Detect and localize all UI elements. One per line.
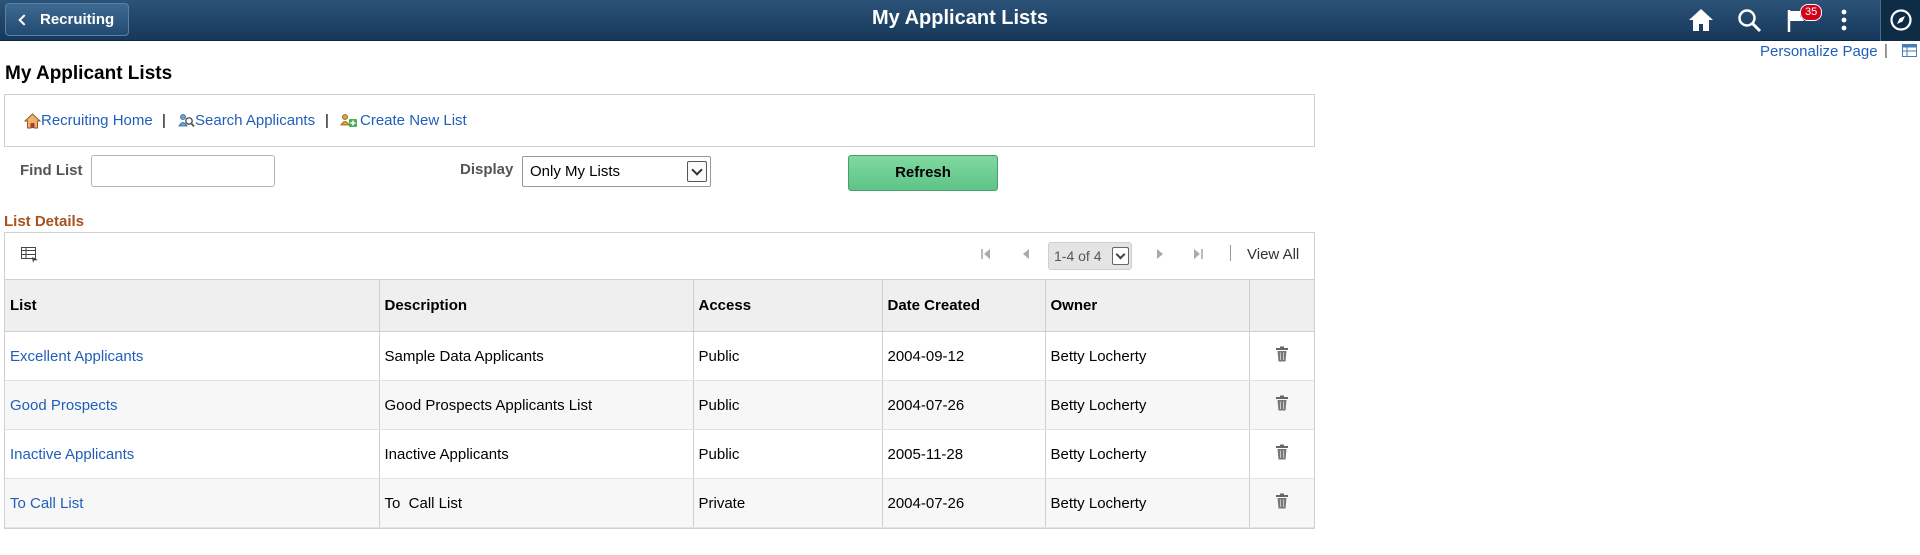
navbar-button[interactable] xyxy=(1880,0,1920,41)
list-date-created: 2005-11-28 xyxy=(882,429,1046,479)
display-select[interactable]: Only My Lists xyxy=(522,156,711,187)
list-name-link[interactable]: Good Prospects xyxy=(10,397,118,414)
chevron-left-icon xyxy=(18,13,30,26)
list-access: Private xyxy=(693,478,883,528)
refresh-button[interactable]: Refresh xyxy=(848,155,998,191)
pager-range-select[interactable]: 1-4 of 4 xyxy=(1048,242,1132,270)
banner-title: My Applicant Lists xyxy=(872,7,1048,29)
column-header-owner[interactable]: Owner xyxy=(1045,279,1250,332)
search-applicants-label: Search Applicants xyxy=(195,112,316,129)
trash-icon[interactable] xyxy=(1275,493,1289,509)
list-name-link[interactable]: Inactive Applicants xyxy=(10,446,134,463)
list-owner: Betty Locherty xyxy=(1045,429,1250,479)
list-access: Public xyxy=(693,380,883,430)
list-date-created: 2004-09-12 xyxy=(882,331,1046,381)
applicant-lists-table: List Description Access Date Created Own… xyxy=(5,279,1314,528)
column-header-delete xyxy=(1249,279,1314,332)
list-description: To Call List xyxy=(379,478,694,528)
list-date-created: 2004-07-26 xyxy=(882,380,1046,430)
link-separator: | xyxy=(162,112,166,129)
list-name-link[interactable]: To Call List xyxy=(10,495,83,512)
recruiting-home-link[interactable]: Recruiting Home xyxy=(24,112,153,129)
notification-count-badge: 35 xyxy=(1800,4,1823,21)
back-to-recruiting-button[interactable]: Recruiting xyxy=(5,3,129,36)
chevron-down-icon xyxy=(687,161,707,182)
list-access: Public xyxy=(693,429,883,479)
display-label: Display xyxy=(460,161,514,178)
grid-toolbar: 1-4 of 4 View All xyxy=(5,233,1314,279)
first-page-icon[interactable] xyxy=(979,247,993,261)
list-owner: Betty Locherty xyxy=(1045,331,1250,381)
table-layout-icon[interactable] xyxy=(1902,44,1917,57)
list-description: Inactive Applicants xyxy=(379,429,694,479)
next-page-icon[interactable] xyxy=(1153,247,1167,261)
find-list-label: Find List xyxy=(20,162,83,179)
trash-icon[interactable] xyxy=(1275,346,1289,362)
toolbar-divider xyxy=(1230,245,1231,261)
column-header-list[interactable]: List xyxy=(5,279,380,332)
find-list-input[interactable] xyxy=(91,155,275,187)
table-row: To Call List To Call List Private 2004-0… xyxy=(5,478,1314,528)
table-header-row: List Description Access Date Created Own… xyxy=(5,279,1314,332)
page-heading: My Applicant Lists xyxy=(5,63,173,84)
trash-icon[interactable] xyxy=(1275,395,1289,411)
last-page-icon[interactable] xyxy=(1191,247,1205,261)
list-owner: Betty Locherty xyxy=(1045,380,1250,430)
recruiting-home-label: Recruiting Home xyxy=(41,112,153,129)
personalize-page-link[interactable]: Personalize Page xyxy=(1760,43,1878,60)
table-row: Good Prospects Good Prospects Applicants… xyxy=(5,380,1314,430)
search-applicants-link[interactable]: Search Applicants xyxy=(178,112,315,129)
create-new-list-label: Create New List xyxy=(360,112,467,129)
column-header-access[interactable]: Access xyxy=(693,279,883,332)
list-description: Good Prospects Applicants List xyxy=(379,380,694,430)
previous-page-icon[interactable] xyxy=(1019,247,1033,261)
list-description: Sample Data Applicants xyxy=(379,331,694,381)
list-date-created: 2004-07-26 xyxy=(882,478,1046,528)
search-icon[interactable] xyxy=(1735,6,1765,34)
back-button-label: Recruiting xyxy=(40,11,115,28)
table-row: Excellent Applicants Sample Data Applica… xyxy=(5,331,1314,381)
display-selected-value: Only My Lists xyxy=(530,163,621,180)
chevron-down-icon xyxy=(1112,247,1129,265)
add-list-icon xyxy=(340,113,357,127)
pager-range-text: 1-4 of 4 xyxy=(1054,248,1102,264)
house-icon xyxy=(24,112,41,128)
personalize-separator: | xyxy=(1884,42,1888,59)
list-access: Public xyxy=(693,331,883,381)
list-details-grid: 1-4 of 4 View All List Description Acces… xyxy=(4,232,1315,529)
column-header-description[interactable]: Description xyxy=(379,279,694,332)
related-links-bar: Recruiting Home | Search Applicants | Cr… xyxy=(4,94,1315,147)
trash-icon[interactable] xyxy=(1275,444,1289,460)
notifications-flag-icon[interactable]: 35 xyxy=(1784,4,1823,34)
compass-icon xyxy=(1890,9,1912,31)
top-banner: Recruiting My Applicant Lists 35 xyxy=(0,0,1920,41)
list-owner: Betty Locherty xyxy=(1045,478,1250,528)
create-new-list-link[interactable]: Create New List xyxy=(340,112,467,129)
people-search-icon xyxy=(178,113,195,127)
more-options-icon[interactable] xyxy=(1834,6,1854,34)
column-header-date-created[interactable]: Date Created xyxy=(882,279,1046,332)
table-row: Inactive Applicants Inactive Applicants … xyxy=(5,429,1314,479)
home-icon[interactable] xyxy=(1686,6,1716,34)
list-name-link[interactable]: Excellent Applicants xyxy=(10,348,143,365)
personalize-grid-icon[interactable] xyxy=(21,247,39,263)
list-details-title: List Details xyxy=(4,213,85,230)
link-separator: | xyxy=(325,112,329,129)
view-all-link[interactable]: View All xyxy=(1247,246,1299,263)
